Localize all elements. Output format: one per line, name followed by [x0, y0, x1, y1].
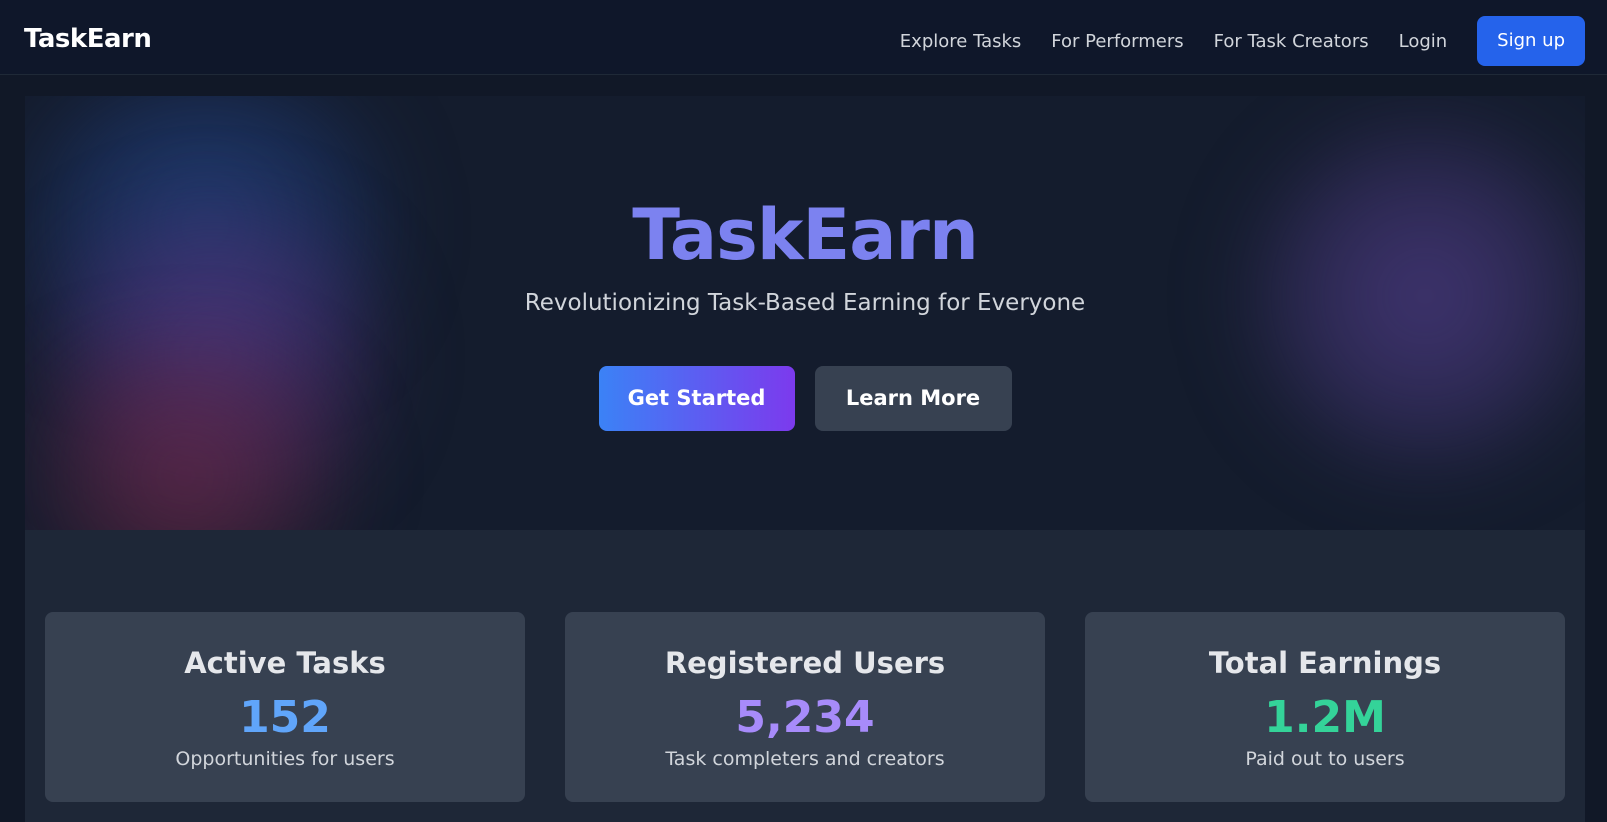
get-started-button[interactable]: Get Started	[598, 366, 795, 431]
stat-title: Total Earnings	[1208, 646, 1442, 680]
stat-description: Task completers and creators	[665, 748, 945, 770]
hero-section: TaskEarn Revolutionizing Task-Based Earn…	[25, 96, 1585, 530]
nav-link-for-performers[interactable]: For Performers	[1051, 31, 1183, 52]
stat-value: 1.2M	[1264, 692, 1386, 743]
nav-link-explore-tasks[interactable]: Explore Tasks	[900, 31, 1022, 52]
stat-title: Registered Users	[664, 646, 946, 680]
stat-card-registered-users: Registered Users 5,234 Task completers a…	[565, 612, 1045, 802]
nav-links: Explore Tasks For Performers For Task Cr…	[900, 16, 1585, 66]
login-link[interactable]: Login	[1399, 31, 1448, 52]
stat-value: 152	[239, 692, 331, 743]
nav-link-for-task-creators[interactable]: For Task Creators	[1214, 31, 1369, 52]
learn-more-button[interactable]: Learn More	[814, 366, 1012, 431]
top-navbar: TaskEarn Explore Tasks For Performers Fo…	[0, 0, 1607, 75]
brand-logo[interactable]: TaskEarn	[24, 24, 152, 54]
stat-value: 5,234	[735, 692, 875, 743]
stat-card-active-tasks: Active Tasks 152 Opportunities for users	[45, 612, 525, 802]
stat-card-total-earnings: Total Earnings 1.2M Paid out to users	[1085, 612, 1565, 802]
hero-buttons: Get Started Learn More	[25, 366, 1585, 431]
signup-button[interactable]: Sign up	[1477, 16, 1585, 66]
hero-content: TaskEarn Revolutionizing Task-Based Earn…	[25, 96, 1585, 530]
stat-description: Paid out to users	[1245, 748, 1405, 770]
hero-title: TaskEarn	[632, 194, 979, 276]
stat-title: Active Tasks	[184, 646, 386, 680]
hero-subtitle: Revolutionizing Task-Based Earning for E…	[524, 290, 1086, 316]
stats-section: Active Tasks 152 Opportunities for users…	[25, 530, 1585, 822]
stat-description: Opportunities for users	[175, 748, 395, 770]
